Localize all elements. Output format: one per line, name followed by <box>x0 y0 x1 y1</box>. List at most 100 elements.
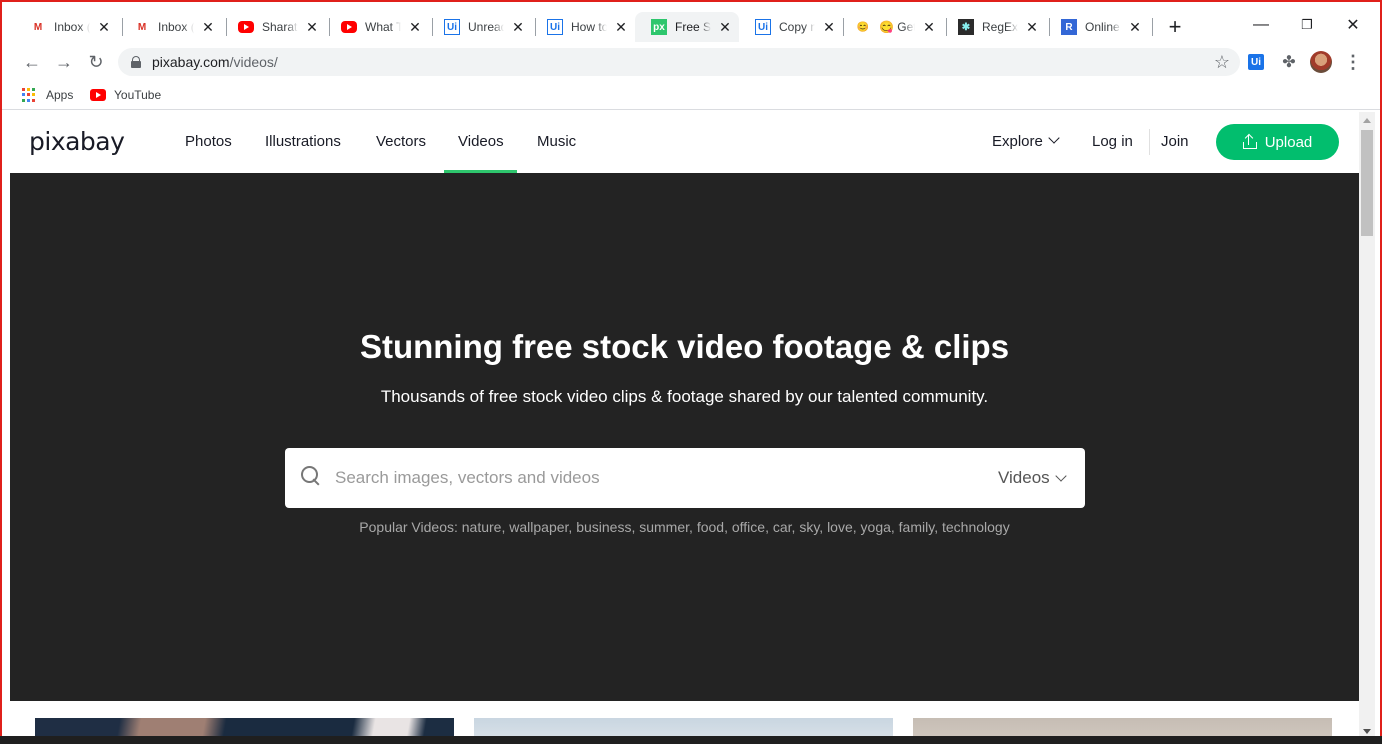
close-icon[interactable]: ✕ <box>510 19 526 35</box>
search-type-dropdown[interactable]: Videos <box>998 468 1050 488</box>
tab-uipath-3[interactable]: Ui Copy n ✕ <box>739 12 843 42</box>
os-taskbar <box>0 736 1382 744</box>
tab-gmail-1[interactable]: M Inbox ( ✕ <box>14 12 118 42</box>
youtube-icon <box>341 21 357 33</box>
close-icon[interactable]: ✕ <box>613 19 629 35</box>
nav-music[interactable]: Music <box>537 133 576 150</box>
new-tab-button[interactable]: + <box>1162 14 1188 40</box>
tab-title: Unread <box>468 20 504 34</box>
gmail-icon: M <box>33 21 43 33</box>
nav-vectors[interactable]: Vectors <box>376 133 426 150</box>
url-host: pixabay.com <box>152 54 230 70</box>
join-link[interactable]: Join <box>1161 133 1189 150</box>
tag-link[interactable]: family <box>899 519 935 535</box>
site-header: pixabay Photos Illustrations Vectors Vid… <box>10 112 1359 173</box>
tab-online[interactable]: R Online ✕ <box>1045 12 1149 42</box>
search-icon[interactable] <box>301 466 321 486</box>
tag-link[interactable]: love <box>827 519 853 535</box>
browser-toolbar: ← → ↻ pixabay.com/videos/ ☆ Ui ✤ ⋮ <box>2 44 1380 80</box>
hero-section: Stunning free stock video footage & clip… <box>10 173 1359 701</box>
upload-button[interactable]: Upload <box>1216 124 1339 160</box>
uipath-extension-icon[interactable]: Ui <box>1248 54 1264 70</box>
restore-button[interactable]: ❐ <box>1284 12 1330 38</box>
gmail-icon: M <box>137 21 147 33</box>
url-path: /videos/ <box>229 54 278 70</box>
extensions-puzzle-icon[interactable]: ✤ <box>1279 52 1299 72</box>
tag-link[interactable]: summer <box>639 519 689 535</box>
close-window-button[interactable]: ✕ <box>1330 12 1376 38</box>
tag-link[interactable]: car <box>773 519 792 535</box>
tab-title-text: Get <box>897 20 915 34</box>
close-icon[interactable]: ✕ <box>200 19 216 35</box>
browser-window: M Inbox ( ✕ M Inbox ( ✕ Sharath ✕ What T… <box>0 0 1382 744</box>
tab-title: RegExr <box>982 20 1018 34</box>
tag-link[interactable]: nature <box>462 519 502 535</box>
tab-emoji[interactable]: 😊 😋 Get ✕ <box>839 12 943 42</box>
close-icon[interactable]: ✕ <box>921 19 937 35</box>
page-scrollbar[interactable] <box>1359 112 1375 744</box>
login-link[interactable]: Log in <box>1092 133 1133 150</box>
tab-gmail-2[interactable]: M Inbox ( ✕ <box>118 12 222 42</box>
tab-title: Free St <box>675 20 711 34</box>
uipath-icon: Ui <box>444 19 460 35</box>
pixabay-logo[interactable]: pixabay <box>29 127 125 156</box>
close-icon[interactable]: ✕ <box>821 19 837 35</box>
header-divider <box>1149 129 1150 155</box>
smiley-icon: 😊 <box>856 21 870 33</box>
tag-link[interactable]: yoga <box>861 519 891 535</box>
upload-label: Upload <box>1264 133 1313 151</box>
popular-label: Popular Videos: <box>359 519 458 535</box>
nav-photos[interactable]: Photos <box>185 133 232 150</box>
tab-regexr[interactable]: ✱ RegExr ✕ <box>942 12 1046 42</box>
scrollbar-thumb[interactable] <box>1361 130 1373 236</box>
tag-link[interactable]: food <box>697 519 724 535</box>
bookmark-apps[interactable]: Apps <box>22 85 73 105</box>
reload-button[interactable]: ↻ <box>82 48 110 76</box>
tab-title: Online <box>1085 20 1120 34</box>
close-icon[interactable]: ✕ <box>717 19 733 35</box>
search-box: Videos <box>285 448 1085 508</box>
close-icon[interactable]: ✕ <box>96 19 112 35</box>
tab-uipath-1[interactable]: Ui Unread ✕ <box>428 12 532 42</box>
close-icon[interactable]: ✕ <box>407 19 423 35</box>
close-icon[interactable]: ✕ <box>1127 19 1143 35</box>
tab-title: Sharath <box>262 20 298 34</box>
search-input[interactable] <box>335 448 975 508</box>
youtube-icon <box>238 21 254 33</box>
tab-pixabay-active[interactable]: px Free St ✕ <box>635 12 739 42</box>
scroll-down-arrow-icon[interactable] <box>1363 729 1371 734</box>
nav-videos[interactable]: Videos <box>458 133 504 150</box>
url-text: pixabay.com/videos/ <box>152 54 278 70</box>
address-bar[interactable]: pixabay.com/videos/ ☆ <box>118 48 1240 76</box>
back-button[interactable]: ← <box>18 48 46 76</box>
hero-title: Stunning free stock video footage & clip… <box>359 328 1010 365</box>
tab-uipath-2[interactable]: Ui How to ✕ <box>531 12 635 42</box>
bookmark-star-icon[interactable]: ☆ <box>1214 52 1230 73</box>
forward-button[interactable]: → <box>50 48 78 76</box>
r-icon: R <box>1061 19 1077 35</box>
tag-link[interactable]: technology <box>942 519 1010 535</box>
tag-link[interactable]: wallpaper <box>509 519 568 535</box>
chrome-menu-icon[interactable]: ⋮ <box>1343 52 1363 72</box>
apps-grid-icon <box>22 88 36 102</box>
profile-avatar[interactable] <box>1310 51 1332 73</box>
minimize-button[interactable]: — <box>1238 12 1284 38</box>
tag-link[interactable]: office <box>732 519 765 535</box>
explore-menu[interactable]: Explore <box>992 133 1043 150</box>
tab-title: How to <box>571 20 607 34</box>
tab-youtube-2[interactable]: What T ✕ <box>325 12 429 42</box>
tab-youtube-1[interactable]: Sharath ✕ <box>222 12 326 42</box>
chevron-down-icon <box>1048 132 1060 144</box>
lock-icon <box>130 56 142 68</box>
page-viewport: pixabay Photos Illustrations Vectors Vid… <box>10 112 1359 744</box>
tag-link[interactable]: business <box>576 519 631 535</box>
bookmark-youtube[interactable]: YouTube <box>90 85 161 105</box>
bookmark-label: YouTube <box>114 88 162 102</box>
close-icon[interactable]: ✕ <box>304 19 320 35</box>
scroll-up-arrow-icon[interactable] <box>1363 118 1371 123</box>
bookmark-label: Apps <box>46 88 74 102</box>
nav-illustrations[interactable]: Illustrations <box>265 133 341 150</box>
bookmarks-bar: Apps YouTube <box>2 80 1380 110</box>
close-icon[interactable]: ✕ <box>1024 19 1040 35</box>
tag-link[interactable]: sky <box>799 519 819 535</box>
